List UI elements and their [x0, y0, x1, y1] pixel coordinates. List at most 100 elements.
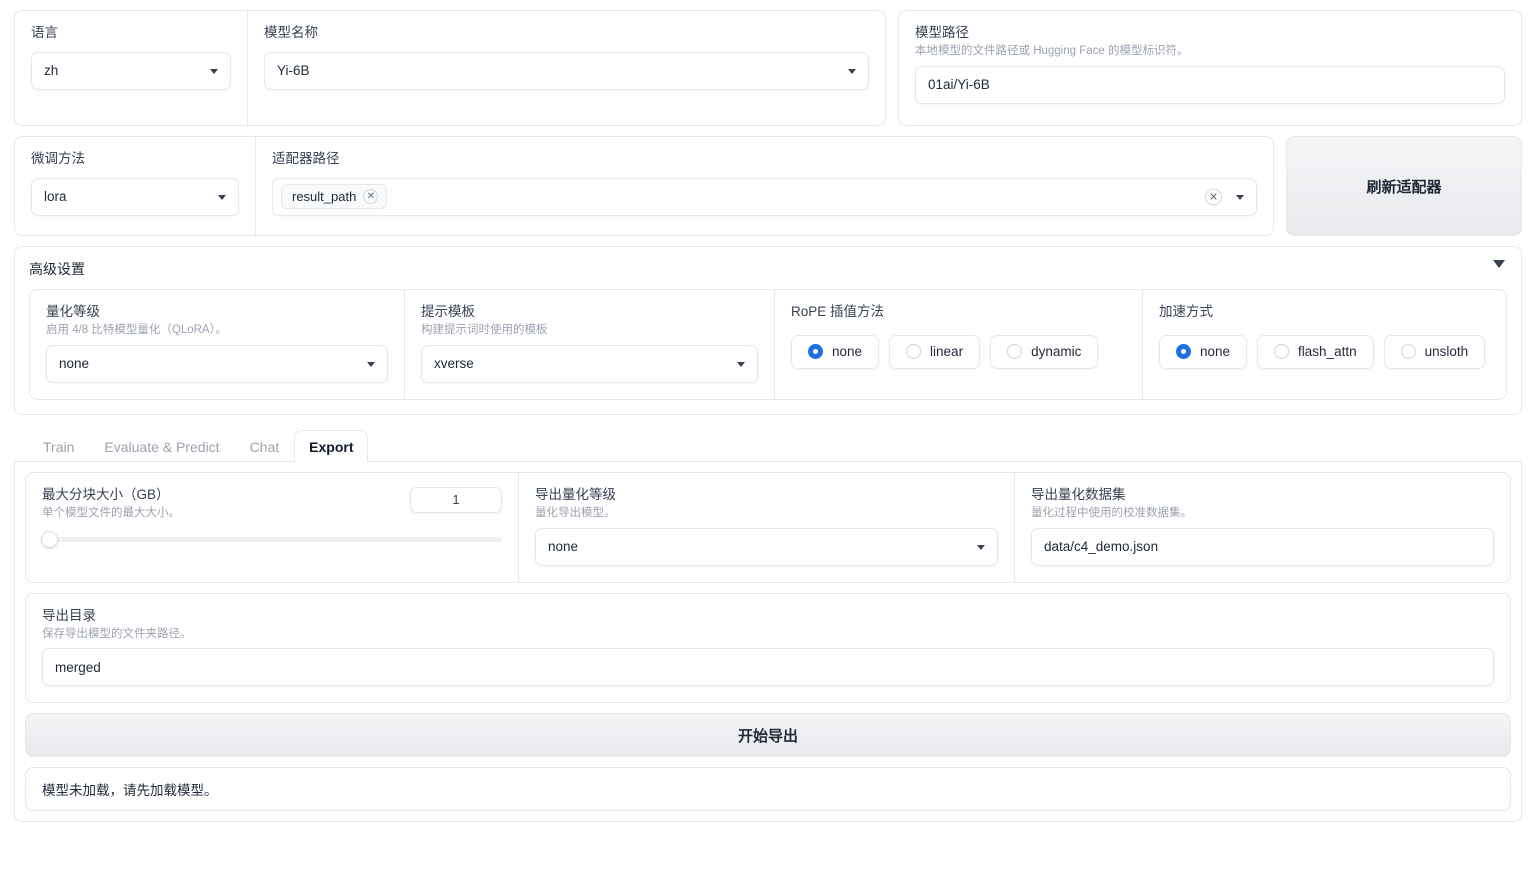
- top-config-row: 语言 zh 模型名称 Yi-6B 模型路径 本地模型的文件路径或 Hugging…: [14, 10, 1522, 126]
- export-quant-dataset-label: 导出量化数据集: [1031, 487, 1494, 504]
- model-path-info: 本地模型的文件路径或 Hugging Face 的模型标识符。: [915, 44, 1505, 59]
- advanced-settings-panel: 高级设置 量化等级 启用 4/8 比特模型量化（QLoRA）。 none 提示模…: [14, 246, 1522, 415]
- export-status-box: 模型未加载，请先加载模型。: [25, 767, 1511, 811]
- language-value: zh: [44, 63, 58, 78]
- export-quant-bit-value: none: [548, 539, 578, 554]
- rope-option-dynamic[interactable]: dynamic: [990, 335, 1098, 369]
- main-tabs: Train Evaluate & Predict Chat Export: [14, 429, 1522, 462]
- booster-option-none[interactable]: none: [1159, 335, 1247, 369]
- tab-export[interactable]: Export: [294, 430, 368, 462]
- export-dir-value: merged: [55, 660, 101, 675]
- app-root: 语言 zh 模型名称 Yi-6B 模型路径 本地模型的文件路径或 Hugging…: [0, 0, 1536, 869]
- finetune-method-select[interactable]: lora: [31, 178, 239, 216]
- close-icon[interactable]: ✕: [363, 189, 378, 204]
- export-settings-row: 最大分块大小（GB） 单个模型文件的最大大小。 1 导出量化等级 量化导出模型。…: [25, 472, 1511, 583]
- booster-option-unsloth-label: unsloth: [1425, 344, 1469, 359]
- rope-label: RoPE 插值方法: [791, 304, 1126, 321]
- booster-label: 加速方式: [1159, 304, 1490, 321]
- adapter-row: 微调方法 lora 适配器路径 result_path ✕ ✕: [14, 136, 1522, 236]
- tab-train[interactable]: Train: [28, 430, 89, 462]
- export-dir-label: 导出目录: [42, 608, 1494, 625]
- start-export-label: 开始导出: [738, 725, 798, 746]
- rope-option-none-label: none: [832, 344, 862, 359]
- model-path-input[interactable]: 01ai/Yi-6B: [915, 66, 1505, 104]
- start-export-button[interactable]: 开始导出: [25, 713, 1511, 757]
- chevron-down-icon: [367, 362, 375, 367]
- quantization-info: 启用 4/8 比特模型量化（QLoRA）。: [46, 323, 388, 338]
- export-status-text: 模型未加载，请先加载模型。: [42, 779, 218, 799]
- export-quant-bit-info: 量化导出模型。: [535, 506, 998, 521]
- export-quant-dataset-field: 导出量化数据集 量化过程中使用的校准数据集。 data/c4_demo.json: [1014, 473, 1510, 582]
- radio-icon: [906, 344, 921, 359]
- model-path-label: 模型路径: [915, 25, 1505, 42]
- export-dir-panel: 导出目录 保存导出模型的文件夹路径。 merged: [25, 593, 1511, 704]
- chevron-down-icon[interactable]: [1236, 195, 1244, 200]
- refresh-adapters-button[interactable]: 刷新适配器: [1286, 136, 1522, 236]
- model-name-select[interactable]: Yi-6B: [264, 52, 869, 90]
- max-shard-size-number-input[interactable]: 1: [410, 487, 502, 513]
- tab-evaluate-predict[interactable]: Evaluate & Predict: [89, 430, 234, 462]
- export-dir-field: 导出目录 保存导出模型的文件夹路径。 merged: [26, 594, 1510, 703]
- radio-icon: [1274, 344, 1289, 359]
- booster-option-none-label: none: [1200, 344, 1230, 359]
- quantization-select[interactable]: none: [46, 345, 388, 383]
- max-shard-size-slider[interactable]: [42, 537, 502, 542]
- chevron-down-icon: [737, 362, 745, 367]
- quantization-field: 量化等级 启用 4/8 比特模型量化（QLoRA）。 none: [30, 290, 404, 399]
- finetune-method-label: 微调方法: [31, 151, 239, 168]
- booster-radio-group: none flash_attn unsloth: [1159, 335, 1490, 369]
- adapter-path-token-label: result_path: [292, 189, 356, 204]
- slider-thumb[interactable]: [41, 531, 58, 548]
- max-shard-size-info: 单个模型文件的最大大小。: [42, 506, 180, 521]
- tab-chat[interactable]: Chat: [235, 430, 295, 462]
- chevron-down-icon: [210, 69, 218, 74]
- export-quant-bit-select[interactable]: none: [535, 528, 998, 566]
- radio-selected-icon: [808, 344, 823, 359]
- quantization-value: none: [59, 356, 89, 371]
- export-quant-dataset-input[interactable]: data/c4_demo.json: [1031, 528, 1494, 566]
- export-dir-input[interactable]: merged: [42, 648, 1494, 686]
- template-field: 提示模板 构建提示词时使用的模板 xverse: [404, 290, 774, 399]
- language-select[interactable]: zh: [31, 52, 231, 90]
- booster-option-flash-attn-label: flash_attn: [1298, 344, 1357, 359]
- template-value: xverse: [434, 356, 474, 371]
- booster-field: 加速方式 none flash_attn unsloth: [1142, 290, 1506, 399]
- clear-icon[interactable]: ✕: [1205, 188, 1222, 205]
- booster-option-flash-attn[interactable]: flash_attn: [1257, 335, 1374, 369]
- model-name-value: Yi-6B: [277, 63, 310, 78]
- refresh-adapters-label: 刷新适配器: [1366, 176, 1441, 197]
- export-quant-dataset-value: data/c4_demo.json: [1044, 539, 1158, 554]
- chevron-down-icon: [848, 69, 856, 74]
- quantization-label: 量化等级: [46, 304, 388, 321]
- rope-radio-group: none linear dynamic: [791, 335, 1126, 369]
- rope-option-none[interactable]: none: [791, 335, 879, 369]
- radio-selected-icon: [1176, 344, 1191, 359]
- radio-icon: [1007, 344, 1022, 359]
- advanced-settings-group: 量化等级 启用 4/8 比特模型量化（QLoRA）。 none 提示模板 构建提…: [29, 289, 1507, 400]
- adapter-path-token[interactable]: result_path ✕: [281, 184, 387, 209]
- adapter-path-field: 适配器路径 result_path ✕ ✕: [255, 137, 1273, 235]
- export-quant-bit-field: 导出量化等级 量化导出模型。 none: [518, 473, 1014, 582]
- booster-option-unsloth[interactable]: unsloth: [1384, 335, 1486, 369]
- export-dir-info: 保存导出模型的文件夹路径。: [42, 627, 1494, 642]
- finetune-method-field: 微调方法 lora: [15, 137, 255, 235]
- model-path-field: 模型路径 本地模型的文件路径或 Hugging Face 的模型标识符。 01a…: [899, 11, 1521, 120]
- chevron-down-icon[interactable]: [1493, 260, 1505, 268]
- language-field: 语言 zh: [15, 11, 247, 125]
- chevron-down-icon: [977, 545, 985, 550]
- export-quant-dataset-info: 量化过程中使用的校准数据集。: [1031, 506, 1494, 521]
- rope-field: RoPE 插值方法 none linear dynamic: [774, 290, 1142, 399]
- template-select[interactable]: xverse: [421, 345, 758, 383]
- template-label: 提示模板: [421, 304, 758, 321]
- radio-icon: [1401, 344, 1416, 359]
- rope-option-linear[interactable]: linear: [889, 335, 980, 369]
- max-shard-size-value: 1: [452, 492, 459, 507]
- model-path-value: 01ai/Yi-6B: [928, 77, 990, 92]
- adapter-path-multiselect[interactable]: result_path ✕ ✕: [272, 178, 1257, 216]
- model-path-panel: 模型路径 本地模型的文件路径或 Hugging Face 的模型标识符。 01a…: [898, 10, 1522, 126]
- language-model-group: 语言 zh 模型名称 Yi-6B: [14, 10, 886, 126]
- method-adapter-group: 微调方法 lora 适配器路径 result_path ✕ ✕: [14, 136, 1274, 236]
- advanced-settings-title: 高级设置: [29, 259, 1507, 279]
- language-label: 语言: [31, 25, 231, 42]
- template-info: 构建提示词时使用的模板: [421, 323, 758, 338]
